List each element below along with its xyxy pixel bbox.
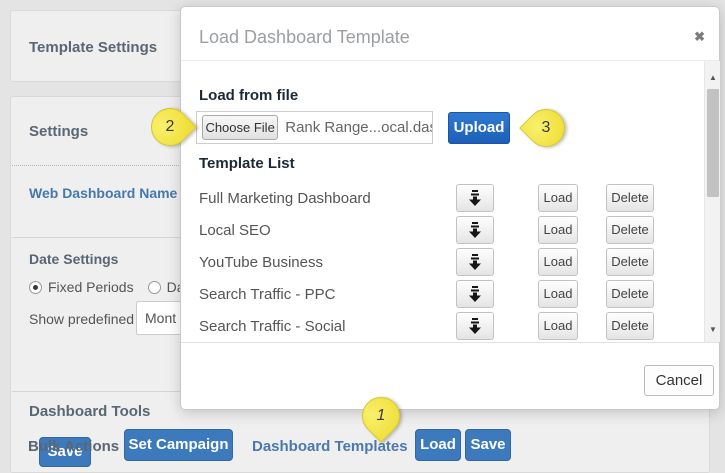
callout-3-number: 3 <box>528 110 564 146</box>
row-delete-button[interactable]: Delete <box>606 248 654 276</box>
modal-scrollbar[interactable]: ▲ ▼ <box>704 61 720 342</box>
cancel-button[interactable]: Cancel <box>644 365 714 396</box>
show-predefined-label: Show predefined <box>29 311 134 327</box>
template-list-label: Template List <box>199 155 295 172</box>
modal-header-divider <box>181 60 719 61</box>
fixed-periods-radio[interactable] <box>29 281 42 294</box>
bulk-actions-label: Bulk Actions <box>28 438 119 455</box>
load-dashboard-template-modal: Load Dashboard Template ✖ Load from file… <box>180 6 720 410</box>
load-from-file-label: Load from file <box>199 87 298 104</box>
template-row: Full Marketing Dashboard Load Delete <box>199 182 654 214</box>
row-delete-button[interactable]: Delete <box>606 184 654 212</box>
row-delete-button[interactable]: Delete <box>606 312 654 340</box>
file-input[interactable]: Choose File Rank Range...ocal.dash <box>196 111 433 144</box>
download-template-button[interactable] <box>456 248 494 276</box>
row-load-button[interactable]: Load <box>538 184 578 212</box>
web-dashboard-name-label: Web Dashboard Name <box>29 185 177 201</box>
download-template-button[interactable] <box>456 312 494 340</box>
template-row: Search Traffic - Social Load Delete <box>199 310 654 342</box>
upload-button[interactable]: Upload <box>448 112 510 144</box>
settings-title: Settings <box>29 123 88 140</box>
modal-footer-divider <box>181 342 719 343</box>
row-load-button[interactable]: Load <box>538 280 578 308</box>
date-settings-label: Date Settings <box>29 251 118 267</box>
download-icon <box>468 318 482 334</box>
date-range-radio[interactable] <box>148 281 161 294</box>
date-mode-radio-group: Fixed Periods Dat <box>29 279 202 295</box>
template-name: Local SEO <box>199 222 456 239</box>
dashboard-templates-load-button[interactable]: Load <box>415 429 461 461</box>
close-icon[interactable]: ✖ <box>694 29 705 45</box>
download-icon <box>468 222 482 238</box>
template-row: Local SEO Load Delete <box>199 214 654 246</box>
row-load-button[interactable]: Load <box>538 248 578 276</box>
dashboard-templates-label: Dashboard Templates <box>252 438 408 455</box>
selected-file-name: Rank Range...ocal.dash <box>285 119 432 136</box>
template-row: Search Traffic - PPC Load Delete <box>199 278 654 310</box>
download-template-button[interactable] <box>456 216 494 244</box>
download-template-button[interactable] <box>456 184 494 212</box>
template-row: YouTube Business Load Delete <box>199 246 654 278</box>
choose-file-button[interactable]: Choose File <box>202 115 278 140</box>
callout-2-number: 2 <box>152 109 188 145</box>
template-settings-title: Template Settings <box>29 39 157 56</box>
scrollbar-down-icon[interactable]: ▼ <box>705 325 721 334</box>
row-delete-button[interactable]: Delete <box>606 216 654 244</box>
fixed-periods-label: Fixed Periods <box>48 279 134 295</box>
template-list-rows: Full Marketing Dashboard Load Delete Loc… <box>199 182 654 342</box>
scrollbar-up-icon[interactable]: ▲ <box>705 73 721 82</box>
template-name: Search Traffic - PPC <box>199 286 456 303</box>
download-icon <box>468 190 482 206</box>
download-icon <box>468 254 482 270</box>
template-name: Full Marketing Dashboard <box>199 190 456 207</box>
scrollbar-thumb[interactable] <box>707 89 719 197</box>
callout-1-number: 1 <box>363 398 399 434</box>
set-campaign-button[interactable]: Set Campaign <box>124 429 233 461</box>
modal-title: Load Dashboard Template <box>199 27 410 48</box>
row-load-button[interactable]: Load <box>538 216 578 244</box>
page: Template Settings Settings Web Dashboard… <box>0 0 725 473</box>
row-delete-button[interactable]: Delete <box>606 280 654 308</box>
dashboard-tools-title: Dashboard Tools <box>29 403 150 420</box>
download-template-button[interactable] <box>456 280 494 308</box>
download-icon <box>468 286 482 302</box>
dashboard-templates-save-button[interactable]: Save <box>465 429 511 461</box>
template-name: YouTube Business <box>199 254 456 271</box>
template-name: Search Traffic - Social <box>199 318 456 335</box>
row-load-button[interactable]: Load <box>538 312 578 340</box>
